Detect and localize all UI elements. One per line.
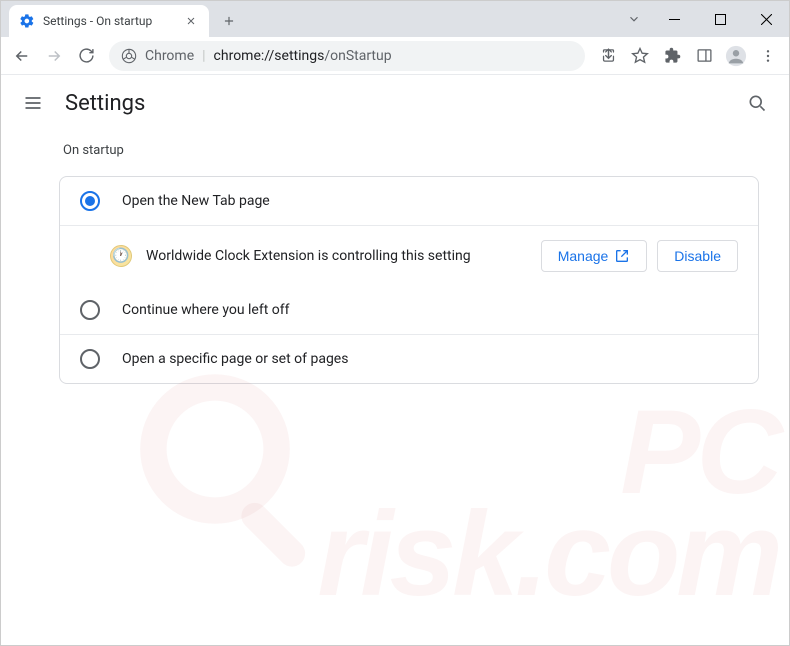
- extension-control-notice: 🕐 Worldwide Clock Extension is controlli…: [60, 225, 758, 286]
- browser-tab[interactable]: Settings - On startup: [9, 5, 209, 37]
- watermark: PC risk.com: [317, 401, 779, 605]
- extension-message: Worldwide Clock Extension is controlling…: [146, 248, 541, 264]
- share-icon[interactable]: [593, 41, 623, 71]
- forward-button[interactable]: [39, 41, 69, 71]
- option-label: Open the New Tab page: [122, 193, 270, 209]
- window-controls: [617, 1, 789, 37]
- section-title: On startup: [63, 143, 759, 158]
- url-separator: |: [202, 48, 205, 64]
- chrome-icon: [121, 48, 137, 64]
- manage-label: Manage: [558, 248, 609, 264]
- extensions-puzzle-icon[interactable]: [657, 41, 687, 71]
- option-continue[interactable]: Continue where you left off: [60, 286, 758, 334]
- close-window-button[interactable]: [743, 1, 789, 37]
- manage-button[interactable]: Manage: [541, 240, 648, 272]
- profile-avatar-icon[interactable]: [721, 41, 751, 71]
- radio-specific[interactable]: [80, 349, 100, 369]
- option-label: Continue where you left off: [122, 302, 290, 318]
- option-label: Open a specific page or set of pages: [122, 351, 348, 367]
- bookmark-star-icon[interactable]: [625, 41, 655, 71]
- radio-new-tab[interactable]: [80, 191, 100, 211]
- titlebar: Settings - On startup: [1, 1, 789, 37]
- close-tab-icon[interactable]: [183, 13, 199, 29]
- minimize-button[interactable]: [651, 1, 697, 37]
- search-icon[interactable]: [745, 91, 769, 115]
- tabs-area: Settings - On startup: [1, 1, 617, 37]
- toolbar: Chrome | chrome://settings/onStartup: [1, 37, 789, 75]
- address-bar[interactable]: Chrome | chrome://settings/onStartup: [109, 41, 585, 71]
- address-text: Chrome | chrome://settings/onStartup: [145, 48, 392, 64]
- clock-extension-icon: 🕐: [110, 245, 132, 267]
- new-tab-button[interactable]: [215, 7, 243, 35]
- page-title: Settings: [65, 91, 145, 116]
- tab-title: Settings - On startup: [43, 14, 183, 28]
- disable-label: Disable: [674, 248, 721, 264]
- url-path: /onStartup: [324, 48, 391, 64]
- main-content: On startup Open the New Tab page 🕐 World…: [1, 131, 789, 384]
- hamburger-menu-icon[interactable]: [21, 91, 45, 115]
- back-button[interactable]: [7, 41, 37, 71]
- watermark-line2: risk.com: [317, 503, 779, 605]
- url-scheme: Chrome: [145, 48, 194, 64]
- content-area: PC risk.com Settings On startup Open the…: [1, 75, 789, 645]
- menu-dots-icon[interactable]: [753, 41, 783, 71]
- chevron-down-icon[interactable]: [617, 1, 651, 37]
- url-host: chrome://settings: [214, 48, 325, 64]
- startup-options-card: Open the New Tab page 🕐 Worldwide Clock …: [59, 176, 759, 384]
- disable-button[interactable]: Disable: [657, 240, 738, 272]
- open-external-icon: [614, 248, 630, 264]
- watermark-line1: PC: [317, 401, 779, 503]
- option-specific-pages[interactable]: Open a specific page or set of pages: [60, 334, 758, 383]
- radio-continue[interactable]: [80, 300, 100, 320]
- reload-button[interactable]: [71, 41, 101, 71]
- side-panel-icon[interactable]: [689, 41, 719, 71]
- maximize-button[interactable]: [697, 1, 743, 37]
- option-new-tab[interactable]: Open the New Tab page: [60, 177, 758, 225]
- settings-gear-icon: [19, 13, 35, 29]
- settings-topbar: Settings: [1, 75, 789, 131]
